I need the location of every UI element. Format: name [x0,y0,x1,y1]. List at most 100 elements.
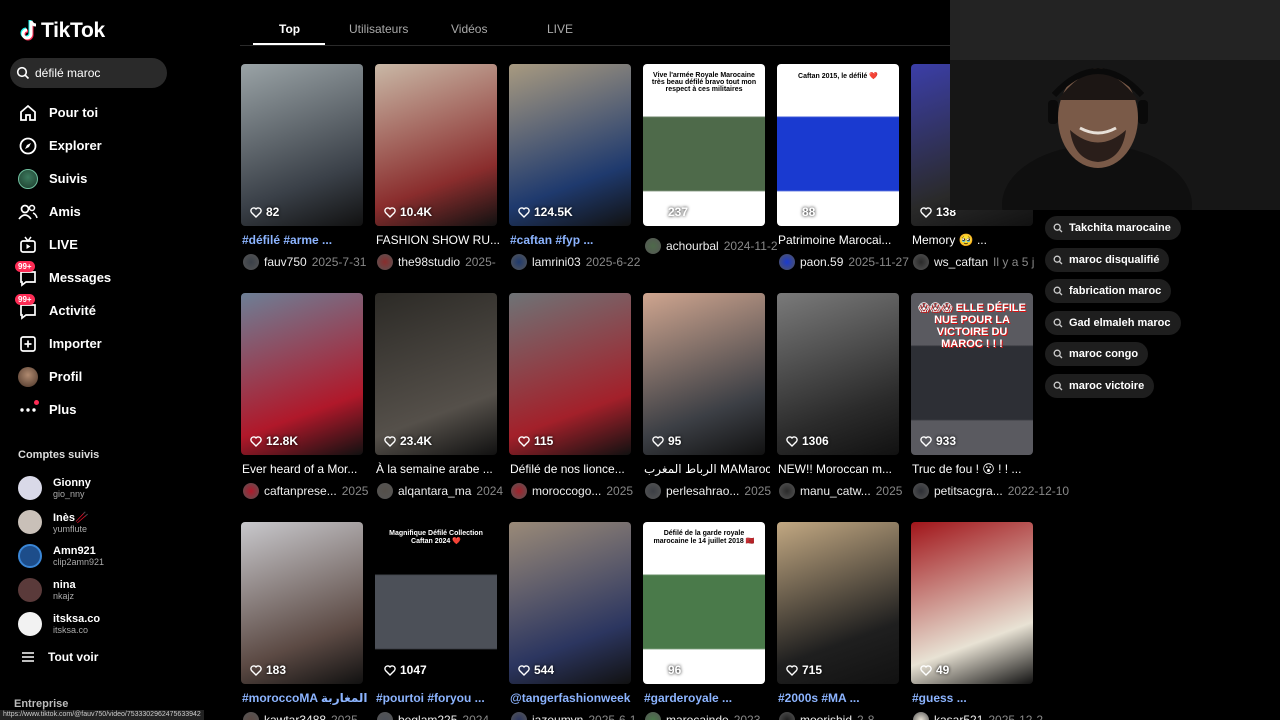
video-caption[interactable]: Patrimoine Marocai... [778,233,904,247]
author-username[interactable]: caftanprese... [264,484,337,498]
see-all-button[interactable]: Tout voir [22,650,98,664]
nav-item-plus[interactable]: Plus [0,393,185,426]
nav-item-explorer[interactable]: Explorer [0,129,185,162]
tab-utilisateurs[interactable]: Utilisateurs [349,22,408,36]
avatar[interactable] [779,483,795,499]
video-thumbnail[interactable]: 715 [777,522,899,684]
author-username[interactable]: achourbal [666,239,719,253]
video-thumbnail[interactable]: Vive l'armée Royale Marocaine très beau … [643,64,765,226]
avatar[interactable] [243,712,259,720]
business-link[interactable]: Entreprise [14,698,68,710]
avatar[interactable] [243,254,259,270]
avatar[interactable] [779,254,795,270]
avatar[interactable] [913,254,929,270]
nav-item-profil[interactable]: Profil [0,360,185,393]
avatar[interactable] [243,483,259,499]
video-thumbnail[interactable]: 124.5K [509,64,631,226]
video-thumbnail[interactable]: 49 [911,522,1033,684]
author-username[interactable]: iazeumyn [532,713,583,720]
video-card[interactable]: 82 #défilé #arme ... fauv750 2025-7-31 [241,64,366,270]
followed-account[interactable]: itsksa.co itsksa.co [18,607,104,641]
related-search-chip[interactable]: maroc congo [1045,342,1149,367]
video-caption[interactable]: #2000s #MA ... [778,691,904,705]
nav-item-importer[interactable]: Importer [0,327,185,360]
video-card[interactable]: Magnifique Défilé Collection Caftan 2024… [375,522,497,720]
video-thumbnail[interactable]: 23.4K [375,293,497,455]
tab-videos[interactable]: Vidéos [451,22,487,36]
nav-item-live[interactable]: LIVE [0,228,185,261]
video-thumbnail[interactable]: 95 [643,293,765,455]
author-username[interactable]: kawtar3488 [264,713,326,720]
author-username[interactable]: moroccogo... [532,484,601,498]
related-search-chip[interactable]: fabrication maroc [1045,279,1172,304]
author-username[interactable]: perlesahrao... [666,484,739,498]
nav-item-amis[interactable]: Amis [0,195,185,228]
tiktok-logo[interactable]: TikTok [18,19,105,43]
avatar[interactable] [913,712,929,720]
nav-item-pour-toi[interactable]: Pour toi [0,96,185,129]
video-card[interactable]: 12.8K Ever heard of a Mor... caftanprese..… [241,293,368,499]
avatar[interactable] [377,712,393,720]
video-caption[interactable]: NEW!! Moroccan m... [778,462,904,476]
video-card[interactable]: 715 #2000s #MA ... moorishid 2-8 [777,522,899,720]
video-card[interactable]: 115 Défilé de nos lionce... moroccogo... 20… [509,293,633,499]
video-card[interactable]: Défilé de la garde royale marocaine le 1… [643,522,765,720]
followed-account[interactable]: Gionny gio_nny [18,471,104,505]
video-thumbnail[interactable]: 1306 [777,293,899,455]
video-caption[interactable]: الرباط المغرب MAMaroc ... [644,462,770,476]
video-caption[interactable]: Truc de fou ! 😮 ! ! ... [912,462,1038,476]
video-caption[interactable]: Ever heard of a Mor... [242,462,368,476]
video-card[interactable]: Vive l'armée Royale Marocaine très beau … [643,64,778,270]
video-thumbnail[interactable]: 544 [509,522,631,684]
avatar[interactable] [511,712,527,720]
video-caption[interactable]: #moroccoMA المغاربة... [242,691,368,705]
nav-item-suivis[interactable]: Suivis [0,162,185,195]
video-card[interactable]: 183 #moroccoMA المغاربة... kawtar3488 2025 [241,522,368,720]
video-thumbnail[interactable]: Défilé de la garde royale marocaine le 1… [643,522,765,684]
followed-account[interactable]: Inès🥢 yumflute [18,505,104,539]
video-caption[interactable]: FASHION SHOW RU... [376,233,502,247]
nav-item-activite[interactable]: 99+ Activité [0,293,185,327]
video-card[interactable]: 10.4K FASHION SHOW RU... the98studio 2025- [375,64,500,270]
search-input[interactable] [35,66,155,80]
author-username[interactable]: petitsacgra... [934,484,1003,498]
avatar[interactable] [377,254,393,270]
video-card[interactable]: 1306 NEW!! Moroccan m... manu_catw... 2025 [777,293,902,499]
avatar[interactable] [779,712,795,720]
avatar[interactable] [511,254,527,270]
video-card[interactable]: 95 الرباط المغرب MAMaroc ... perlesahrao..… [643,293,771,499]
avatar[interactable] [645,238,661,254]
avatar[interactable] [377,483,393,499]
video-card[interactable]: 124.5K #caftan #fyp ... lamrini03 2025-6-22 [509,64,640,270]
video-card[interactable]: Caftan 2015, le défilé ❤️ 88 Patrimoine Ma… [777,64,909,270]
search-box[interactable] [10,58,167,88]
video-caption[interactable]: #défilé #arme ... [242,233,368,247]
author-username[interactable]: moorishid [800,713,852,720]
video-caption[interactable]: Défilé de nos lionce... [510,462,636,476]
related-search-chip[interactable]: Takchita marocaine [1045,216,1181,240]
video-thumbnail[interactable]: 12.8K [241,293,363,455]
followed-account[interactable]: nina nkajz [18,573,104,607]
video-card[interactable]: 23.4K À la semaine arabe ... alqantara_ma 2… [375,293,503,499]
author-username[interactable]: kasar521 [934,713,983,720]
followed-account[interactable]: Amn921 clip2amn921 [18,539,104,573]
video-caption[interactable]: #caftan #fyp ... [510,233,636,247]
author-username[interactable]: beglam225 [398,713,457,720]
video-caption[interactable]: #garderoyale ... [644,691,770,705]
author-username[interactable]: marocainde [666,713,729,720]
video-caption[interactable]: Memory 🥹 ... [912,233,1038,247]
video-thumbnail[interactable]: 😱😱😱 ELLE DÉFILE NUE POUR LA VICTOIRE DU … [911,293,1033,455]
tab-top[interactable]: Top [279,22,300,36]
video-caption[interactable]: @tangerfashionweek [510,691,636,705]
related-search-chip[interactable]: maroc victoire [1045,373,1155,398]
video-thumbnail[interactable]: 10.4K [375,64,497,226]
video-caption[interactable]: À la semaine arabe ... [376,462,502,476]
related-search-chip[interactable]: maroc disqualifié [1045,247,1170,272]
video-thumbnail[interactable]: 115 [509,293,631,455]
author-username[interactable]: fauv750 [264,255,307,269]
related-search-chip[interactable]: Gad elmaleh maroc [1045,310,1181,335]
avatar[interactable] [913,483,929,499]
video-thumbnail[interactable]: 82 [241,64,363,226]
author-username[interactable]: ws_caftan [934,255,988,269]
video-thumbnail[interactable]: Caftan 2015, le défilé ❤️ 88 [777,64,899,226]
